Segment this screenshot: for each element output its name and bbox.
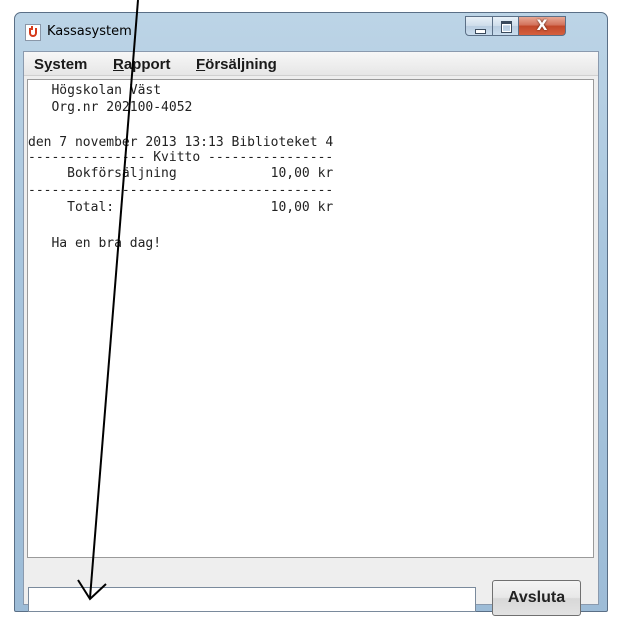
menu-system-label-b: stem bbox=[52, 56, 88, 73]
receipt-line: Bokförsäljning 10,00 kr bbox=[28, 166, 334, 181]
receipt-text-area[interactable]: Högskolan Väst Org.nr 202100-4052 den 7 … bbox=[27, 79, 594, 558]
menu-system[interactable]: System bbox=[34, 56, 87, 73]
receipt-line: Total: 10,00 kr bbox=[28, 200, 334, 215]
maximize-button[interactable] bbox=[492, 16, 519, 36]
receipt-line: --------------------------------------- bbox=[28, 183, 334, 198]
minimize-icon bbox=[475, 29, 486, 34]
menu-forsaljning-label: örsäljning bbox=[205, 56, 277, 73]
kassasystem-window: Kassasystem X System Rapport Försäljning… bbox=[14, 12, 608, 616]
barcode-input[interactable] bbox=[28, 587, 476, 612]
menu-rapport[interactable]: Rapport bbox=[113, 56, 171, 73]
receipt-line: den 7 november 2013 13:13 Biblioteket 4 bbox=[28, 135, 334, 150]
menu-bar: System Rapport Försäljning bbox=[24, 52, 598, 76]
menu-forsaljning[interactable]: Försäljning bbox=[196, 56, 277, 73]
menu-rapport-mnemonic: R bbox=[113, 56, 124, 73]
receipt-line: Högskolan Väst bbox=[28, 83, 162, 98]
exit-button[interactable]: Avsluta bbox=[492, 580, 581, 616]
menu-system-label-a: S bbox=[34, 56, 45, 73]
receipt-line: Ha en bra dag! bbox=[28, 236, 162, 251]
receipt-line: --------------- Kvitto ---------------- bbox=[28, 150, 334, 165]
window-content: System Rapport Försäljning Högskolan Väs… bbox=[23, 51, 599, 616]
window-title: Kassasystem bbox=[47, 24, 132, 39]
minimize-button[interactable] bbox=[465, 16, 493, 36]
menu-rapport-label: apport bbox=[123, 56, 171, 73]
title-bar[interactable]: Kassasystem X bbox=[15, 13, 607, 51]
java-cup-icon bbox=[25, 24, 41, 41]
close-button[interactable]: X bbox=[518, 16, 566, 36]
receipt-line: Org.nr 202100-4052 bbox=[28, 100, 193, 115]
menu-forsaljning-mnemonic: F bbox=[196, 56, 206, 73]
close-icon: X bbox=[536, 18, 548, 34]
maximize-icon bbox=[501, 21, 512, 33]
